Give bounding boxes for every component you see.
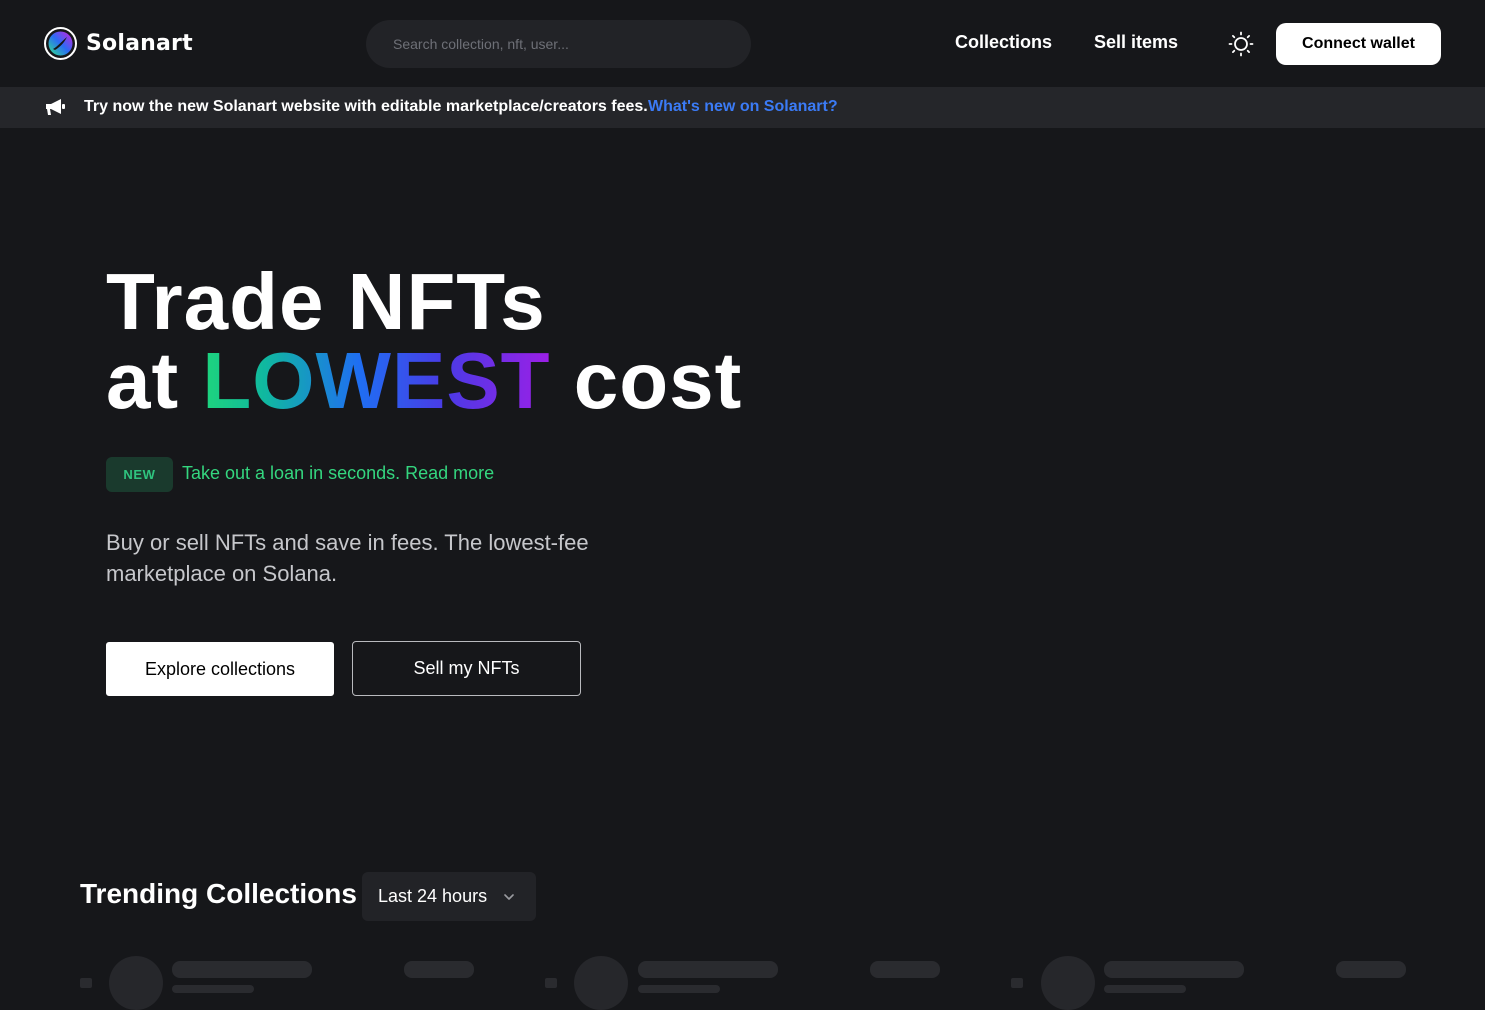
hero-title-prefix: at xyxy=(106,336,203,425)
period-dropdown[interactable]: Last 24 hours xyxy=(362,872,536,921)
brand-logo[interactable]: Solanart xyxy=(44,27,193,60)
trending-collections-title: Trending Collections xyxy=(80,878,357,909)
connect-wallet-button[interactable]: Connect wallet xyxy=(1276,23,1441,65)
skeleton-avatar xyxy=(109,956,163,1010)
skeleton-name xyxy=(638,961,778,978)
explore-collections-button[interactable]: Explore collections xyxy=(106,642,334,696)
whats-new-link[interactable]: What's new on Solanart? xyxy=(648,98,838,116)
search-input[interactable] xyxy=(366,20,751,68)
skeleton-rank xyxy=(1011,978,1023,988)
new-badge: NEW xyxy=(106,457,173,492)
skeleton-avatar xyxy=(1041,956,1095,1010)
nav-sell-items[interactable]: Sell items xyxy=(1094,32,1178,53)
megaphone-icon xyxy=(44,96,66,118)
banner-message: Try now the new Solanart website with ed… xyxy=(84,98,648,115)
sell-my-nfts-button[interactable]: Sell my NFTs xyxy=(352,641,581,696)
skeleton-subline xyxy=(638,985,720,993)
hero-subtitle: Buy or sell NFTs and save in fees. The l… xyxy=(106,530,589,586)
skeleton-rank xyxy=(545,978,557,988)
period-selected-value: Last 24 hours xyxy=(378,886,488,906)
skeleton-avatar xyxy=(574,956,628,1010)
skeleton-value xyxy=(404,961,474,978)
skeleton-name xyxy=(1104,961,1244,978)
announcement-banner: Try now the new Solanart website with ed… xyxy=(0,87,1485,128)
hero-title-line-1: Trade NFTs xyxy=(106,257,546,346)
solanart-logo-icon xyxy=(44,27,77,60)
loan-read-more-link[interactable]: Take out a loan in seconds. Read more xyxy=(182,463,494,484)
skeleton-rank xyxy=(80,978,92,988)
top-navbar: Solanart Collections Sell items Connect … xyxy=(0,0,1485,87)
hero-title: Trade NFTs at LOWEST cost xyxy=(106,257,742,421)
sun-icon[interactable] xyxy=(1228,31,1254,57)
skeleton-subline xyxy=(172,985,254,993)
nav-collections[interactable]: Collections xyxy=(955,32,1052,53)
skeleton-subline xyxy=(1104,985,1186,993)
hero-title-line-2: at LOWEST cost xyxy=(106,341,742,421)
brand-name: Solanart xyxy=(86,31,193,56)
skeleton-value xyxy=(870,961,940,978)
skeleton-name xyxy=(172,961,312,978)
chevron-down-icon xyxy=(502,890,516,904)
hero-title-suffix: cost xyxy=(550,336,743,425)
skeleton-value xyxy=(1336,961,1406,978)
hero-title-highlight: LOWEST xyxy=(202,336,551,425)
